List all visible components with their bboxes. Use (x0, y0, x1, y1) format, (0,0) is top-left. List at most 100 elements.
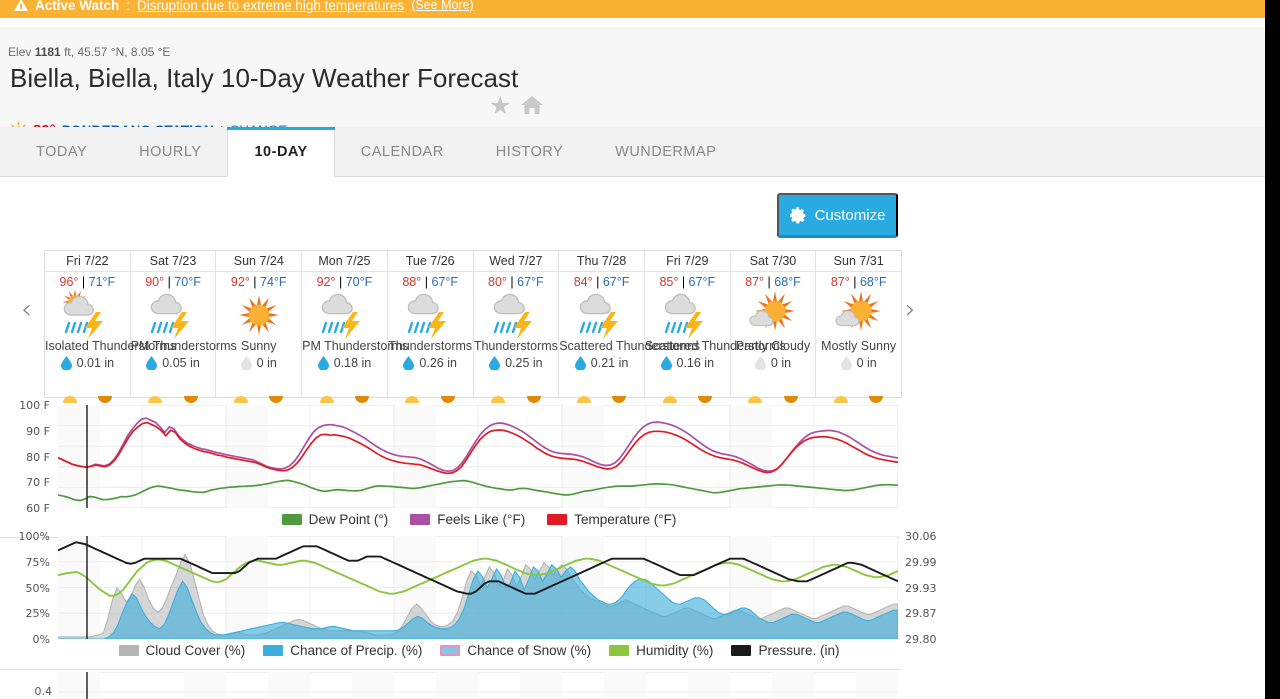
water-drop-icon (489, 355, 501, 371)
precip-amount: 0.16 in (676, 355, 715, 370)
forecast-condition-icon (315, 290, 373, 340)
y-axis-tick-right: 30.06 (905, 530, 937, 543)
tab-hourly[interactable]: HOURLY (113, 127, 227, 176)
forecast-condition: Sunny (241, 339, 277, 353)
forecast-high: 80° (488, 275, 507, 289)
legend-item[interactable]: Dew Point (°) (281, 512, 388, 527)
y-axis-tick: 60 F (26, 502, 50, 515)
legend-item[interactable]: Cloud Cover (%) (118, 643, 246, 658)
tab-today[interactable]: TODAY (10, 127, 113, 176)
precipitation-chart: 0.4 (0, 672, 930, 699)
temperature-chart: 100 F 90 F 80 F 70 F 60 F Dew Point (°) Feels… (0, 399, 930, 540)
forecast-temps: 85° | 67°F (659, 272, 715, 289)
forecast-day-card[interactable]: Mon 7/25 92° | 70°F PM Thunderstorms 0.18 … (302, 251, 408, 403)
forecast-date: Sun 7/24 (233, 254, 284, 268)
water-drop-icon (60, 355, 72, 371)
elev-prefix: Elev (8, 45, 32, 59)
forecast-high: 84° (573, 275, 593, 289)
y-axis-tick: 100 F (19, 399, 50, 412)
star-icon[interactable]: ★ (489, 94, 511, 119)
precipitation-plot (58, 672, 898, 699)
forecast-day-card[interactable]: Sun 7/31 87° | 68°F Mostly Sunny 0 in (816, 251, 902, 403)
customize-button[interactable]: Customize (777, 193, 898, 238)
tab-calendar[interactable]: CALENDAR (335, 127, 470, 176)
legend-item[interactable]: Feels Like (°F) (410, 512, 525, 527)
sunset-icon (183, 390, 198, 403)
forecast-temps: 80° | 67°F (488, 272, 544, 289)
forecast-day-card[interactable]: Thu 7/28 84° | 67°F Scattered Thunderstor… (559, 251, 701, 403)
prev-days-arrow[interactable]: ‹ (21, 296, 32, 323)
forecast-low: 68°F (774, 275, 801, 289)
cloud-thunderstorm-icon (322, 293, 361, 339)
forecast-condition: PM Thunderstorms (130, 339, 237, 353)
temp-separator: | (592, 275, 603, 289)
sunrise-icon (491, 390, 506, 403)
forecast-temps: 84° | 67°F (574, 272, 630, 289)
forecast-low: 74°F (260, 275, 287, 289)
sunrise-icon (405, 390, 420, 403)
forecast-condition: Thunderstorms (473, 339, 558, 353)
water-drop-icon (660, 355, 672, 371)
forecast-condition: Scattered Thunderstorms (559, 339, 701, 353)
forecast-temps: 87° | 68°F (745, 272, 801, 289)
forecast-condition-icon (744, 290, 802, 340)
forecast-day-card[interactable]: Tue 7/26 88° | 67°F Thunderstorms 0.26 in (387, 251, 474, 403)
location-header: Elev 1181 ft, 45.57 °N, 8.05 °E Biella, … (0, 27, 1265, 139)
weather-alert-banner[interactable]: Active Watch : Disruption due to extreme… (0, 0, 1265, 18)
sun-cloud-icon (835, 291, 881, 331)
forecast-temps: 88° | 67°F (402, 272, 458, 289)
water-drop-icon (240, 355, 252, 371)
y-axis-tick-right: 29.80 (905, 633, 937, 646)
forecast-condition: Partly Cloudy (735, 339, 811, 353)
weather-forecast-page: Active Watch : Disruption due to extreme… (0, 0, 1280, 699)
legend-item[interactable]: Pressure. (in) (731, 643, 839, 658)
temperature-legend: Dew Point (°) Feels Like (°F) Temperature … (58, 512, 900, 527)
forecast-temps: 90° | 70°F (145, 272, 201, 289)
forecast-strip: ‹ › Fri 7/22 96° | 71°F Isolated Thunders… (0, 250, 930, 403)
sunset-icon (526, 390, 541, 403)
elevation-info: Elev 1181 ft, 45.57 °N, 8.05 °E (8, 45, 170, 59)
forecast-precipitation: 0 in (240, 355, 277, 371)
temp-separator: | (506, 275, 518, 289)
forecast-condition-icon (830, 290, 888, 340)
forecast-low: 68°F (859, 275, 887, 289)
legend-item[interactable]: Chance of Snow (%) (440, 643, 591, 658)
precip-amount: 0 in (856, 355, 877, 370)
legend-item[interactable]: Humidity (%) (609, 643, 713, 658)
temp-separator: | (335, 275, 346, 289)
forecast-day-card[interactable]: Sun 7/24 92° | 74°F Sunny 0 in (216, 251, 303, 403)
legend-label: Cloud Cover (%) (145, 643, 246, 658)
legend-swatch (547, 514, 568, 525)
temp-separator: | (78, 275, 89, 289)
y-axis-tick-right: 29.99 (905, 555, 937, 569)
forecast-day-card[interactable]: Sat 7/30 87° | 68°F Partly Cloudy 0 in (730, 251, 817, 403)
legend-item[interactable]: Temperature (°F) (547, 512, 676, 527)
legend-item[interactable]: Chance of Precip. (%) (263, 643, 422, 658)
forecast-high: 87° (830, 275, 850, 289)
cloud-thunderstorm-icon (665, 293, 704, 339)
forecast-high: 90° (145, 275, 165, 289)
forecast-day-card[interactable]: Wed 7/27 80° | 67°F Thunderstorms 0.25 in (473, 251, 560, 403)
water-drop-icon (146, 355, 158, 371)
y-axis-tick-left: 50% (25, 581, 50, 595)
sunrise-icon (319, 390, 334, 403)
legend-label: Temperature (°F) (574, 512, 677, 527)
sunset-icon (869, 390, 884, 403)
sunrise-icon (748, 390, 763, 403)
next-days-arrow[interactable]: › (905, 296, 916, 323)
forecast-precipitation: 0.21 in (574, 355, 628, 371)
divider (0, 669, 900, 670)
alert-see-more-link[interactable]: (See More) (411, 0, 474, 12)
sunset-icon (269, 390, 284, 403)
alert-message-link[interactable]: Disruption due to extreme high temperatu… (137, 0, 404, 13)
forecast-condition: Thunderstorms (388, 339, 473, 353)
tab-history[interactable]: HISTORY (470, 127, 589, 176)
home-icon[interactable] (519, 94, 545, 116)
tab-10-day[interactable]: 10-DAY (227, 127, 335, 177)
sunset-icon (98, 390, 113, 403)
forecast-day-card[interactable]: Fri 7/22 96° | 71°F Isolated Thunderstorm… (45, 251, 176, 403)
tab-wundermap[interactable]: WUNDERMAP (589, 127, 742, 176)
forecast-temps: 96° | 71°F (60, 272, 116, 289)
forecast-day-card[interactable]: Sat 7/23 90° | 70°F PM Thunderstorms 0.05 … (130, 251, 237, 403)
forecast-day-card[interactable]: Fri 7/29 85° | 67°F Scattered Thunderstor… (644, 251, 786, 403)
